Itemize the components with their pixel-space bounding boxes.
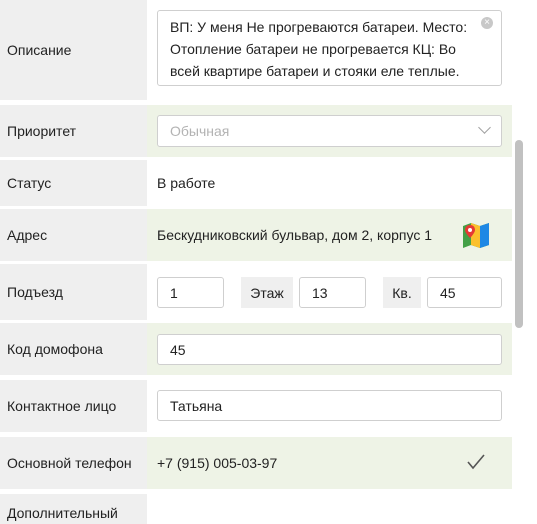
apartment-input[interactable]: 45 [427, 277, 502, 308]
contact-input[interactable]: Татьяна [157, 390, 502, 421]
intercom-cell: 45 [147, 323, 512, 375]
row-description: Описание ВП: У меня Не прогреваются бата… [0, 0, 512, 100]
row-contact: Контактное лицо Татьяна [0, 380, 512, 432]
intercom-value: 45 [170, 341, 186, 358]
intercom-label: Код домофона [0, 323, 147, 375]
floor-input[interactable]: 13 [299, 277, 366, 308]
address-value: Бескудниковский бульвар, дом 2, корпус 1 [157, 227, 433, 243]
row-status: Статус В работе [0, 160, 512, 206]
description-label: Описание [0, 0, 147, 100]
entrance-value: 1 [170, 284, 178, 301]
entrance-cell: 1 Этаж 13 Кв. 45 [147, 264, 512, 320]
contact-value: Татьяна [170, 397, 223, 414]
status-cell: В работе [147, 160, 512, 206]
description-cell: ВП: У меня Не прогреваются батареи. Мест… [147, 0, 512, 100]
phone-cell: +7 (915) 005-03-97 [147, 437, 512, 489]
row-entrance: Подъезд 1 Этаж 13 Кв. 45 [0, 264, 512, 320]
map-icon[interactable] [462, 221, 490, 249]
scrollbar-thumb[interactable] [515, 140, 523, 328]
priority-cell: Обычная [147, 105, 512, 157]
row-intercom: Код домофона 45 [0, 323, 512, 375]
phone-value: +7 (915) 005-03-97 [157, 455, 278, 471]
status-label: Статус [0, 160, 147, 206]
row-priority: Приоритет Обычная [0, 105, 512, 157]
status-value: В работе [157, 175, 216, 191]
row-phone: Основной телефон +7 (915) 005-03-97 [0, 437, 512, 489]
extra-label: Дополнительный [0, 494, 147, 524]
apartment-value: 45 [440, 284, 456, 301]
floor-value: 13 [312, 284, 328, 301]
chevron-down-icon [478, 121, 491, 134]
floor-label: Этаж [241, 277, 293, 308]
intercom-input[interactable]: 45 [157, 334, 502, 365]
row-extra: Дополнительный [0, 494, 512, 524]
priority-value: Обычная [170, 123, 230, 139]
checkmark-icon[interactable] [467, 454, 485, 470]
contact-cell: Татьяна [147, 380, 512, 432]
entrance-input[interactable]: 1 [157, 277, 224, 308]
apartment-label: Кв. [383, 277, 421, 308]
extra-cell [147, 494, 512, 524]
description-text: ВП: У меня Не прогреваются батареи. Мест… [170, 19, 468, 79]
contact-label: Контактное лицо [0, 380, 147, 432]
description-textarea[interactable]: ВП: У меня Не прогреваются батареи. Мест… [157, 10, 502, 86]
address-cell: Бескудниковский бульвар, дом 2, корпус 1 [147, 209, 512, 261]
row-address: Адрес Бескудниковский бульвар, дом 2, ко… [0, 209, 512, 261]
priority-select[interactable]: Обычная [157, 115, 502, 147]
clear-icon[interactable]: × [481, 17, 493, 29]
entrance-label: Подъезд [0, 264, 147, 320]
address-label: Адрес [0, 209, 147, 261]
phone-label: Основной телефон [0, 437, 147, 489]
priority-label: Приоритет [0, 105, 147, 157]
